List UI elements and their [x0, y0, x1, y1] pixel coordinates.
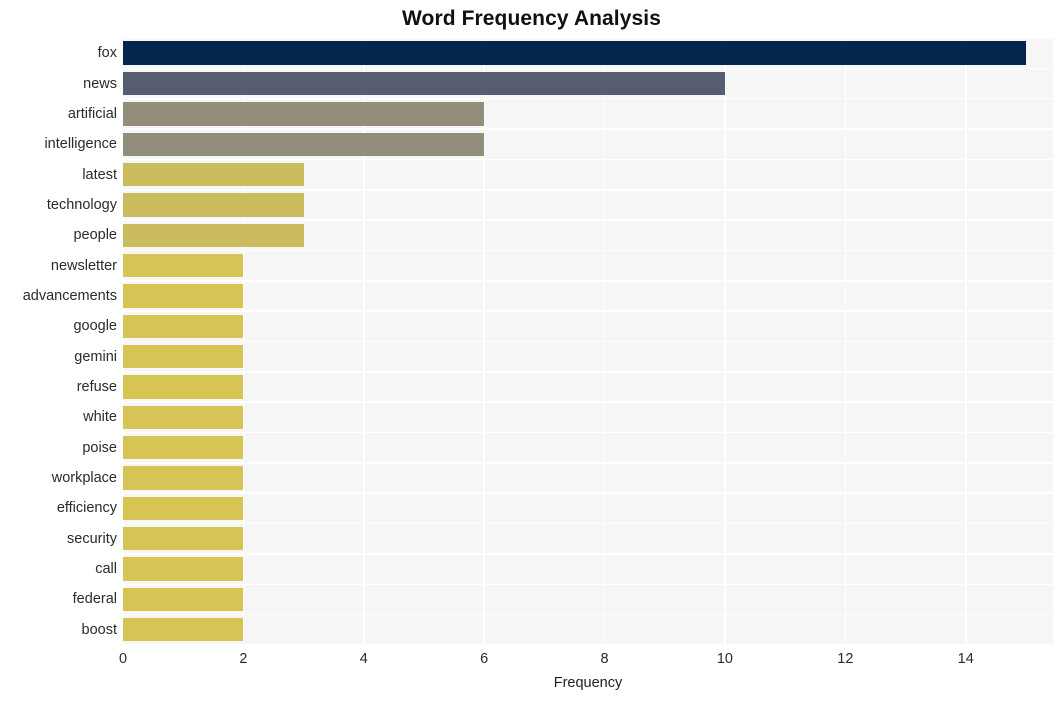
gridline-vertical — [844, 38, 847, 645]
y-axis-tick-label: artificial — [67, 105, 117, 122]
gridline-vertical — [123, 38, 124, 645]
gridline-horizontal — [123, 492, 1053, 495]
y-axis-tick-label: efficiency — [56, 500, 117, 517]
gridline-horizontal — [123, 97, 1053, 100]
gridline-horizontal — [123, 401, 1053, 403]
bar — [123, 436, 244, 460]
bar — [123, 284, 244, 308]
bar — [123, 253, 244, 278]
bar — [123, 132, 485, 156]
word-frequency-chart: Word Frequency Analysis fox news artificia… — [0, 0, 1063, 701]
y-axis-tick-label: technology — [46, 196, 117, 213]
bar — [123, 618, 244, 642]
x-axis-tick-label: 4 — [359, 651, 368, 667]
gridline-vertical — [724, 38, 726, 645]
x-axis-title: Frequency — [553, 675, 623, 691]
bar — [123, 314, 244, 338]
bar — [123, 41, 1026, 65]
gridline-horizontal — [123, 128, 1053, 130]
y-axis-tick-label: security — [67, 530, 117, 547]
x-axis-tick-labels: 0 2 4 6 8 10 12 14 — [0, 650, 1063, 672]
bar — [123, 496, 244, 521]
gridline-horizontal — [123, 644, 1053, 645]
y-axis-tick-label: federal — [72, 591, 117, 608]
gridline-horizontal — [123, 280, 1053, 282]
gridline-horizontal — [123, 219, 1053, 221]
bar — [123, 71, 725, 96]
bar — [123, 587, 244, 612]
x-axis-tick-label: 12 — [837, 651, 854, 667]
y-axis-tick-label: gemini — [74, 348, 117, 365]
gridline-vertical — [362, 38, 365, 645]
gridline-horizontal — [123, 583, 1053, 586]
bar — [123, 557, 244, 581]
gridline-vertical — [603, 38, 606, 645]
y-axis-tick-label: refuse — [76, 379, 117, 396]
gridline-horizontal — [123, 613, 1053, 616]
gridline-horizontal — [123, 553, 1053, 555]
y-axis-tick-label: news — [83, 75, 117, 92]
bar — [123, 344, 244, 369]
y-axis-tick-label: newsletter — [50, 257, 117, 274]
bar — [123, 466, 244, 490]
bar — [123, 193, 304, 217]
bar — [123, 527, 244, 551]
x-axis-tick-label: 10 — [716, 651, 734, 667]
gridline-vertical — [483, 38, 485, 645]
y-axis-tick-label: boost — [81, 621, 117, 638]
y-axis-tick-label: call — [95, 561, 117, 578]
y-axis-tick-label: intelligence — [44, 136, 117, 153]
gridline-horizontal — [123, 188, 1053, 191]
x-axis-tick-label: 2 — [239, 651, 248, 667]
x-axis-tick-label: 0 — [118, 651, 128, 667]
bar — [123, 375, 244, 399]
y-axis-tick-label: people — [73, 227, 117, 244]
y-axis-tick-label: poise — [82, 439, 117, 456]
gridline-horizontal — [123, 158, 1053, 161]
y-axis-tick-label: google — [73, 318, 117, 335]
gridline-horizontal — [123, 371, 1053, 373]
gridline-vertical — [964, 38, 967, 645]
y-axis-tick-label: workplace — [51, 470, 117, 487]
x-axis-tick-label: 14 — [957, 651, 974, 667]
bar — [123, 102, 485, 126]
y-axis-tick-label: fox — [97, 45, 117, 62]
chart-title: Word Frequency Analysis — [401, 7, 662, 30]
gridline-vertical — [242, 38, 245, 645]
x-axis-tick-label: 8 — [600, 651, 609, 667]
gridline-horizontal — [123, 522, 1053, 525]
y-axis-tick-label: white — [83, 409, 117, 426]
gridline-horizontal — [123, 249, 1053, 252]
y-axis-labels: fox news artificial intelligence latest techn… — [0, 38, 117, 645]
y-axis-tick-label: latest — [82, 166, 117, 183]
bar — [123, 405, 244, 430]
gridline-horizontal — [123, 340, 1053, 343]
x-axis-tick-label: 6 — [480, 651, 489, 667]
gridline-horizontal — [123, 38, 1053, 39]
gridline-horizontal — [123, 67, 1053, 70]
gridline-horizontal — [123, 310, 1053, 312]
y-axis-tick-label: advancements — [22, 287, 117, 304]
gridline-horizontal — [123, 462, 1053, 464]
bar — [123, 223, 304, 247]
bar — [123, 162, 304, 187]
plot-area — [123, 38, 1053, 645]
gridline-horizontal — [123, 431, 1053, 434]
